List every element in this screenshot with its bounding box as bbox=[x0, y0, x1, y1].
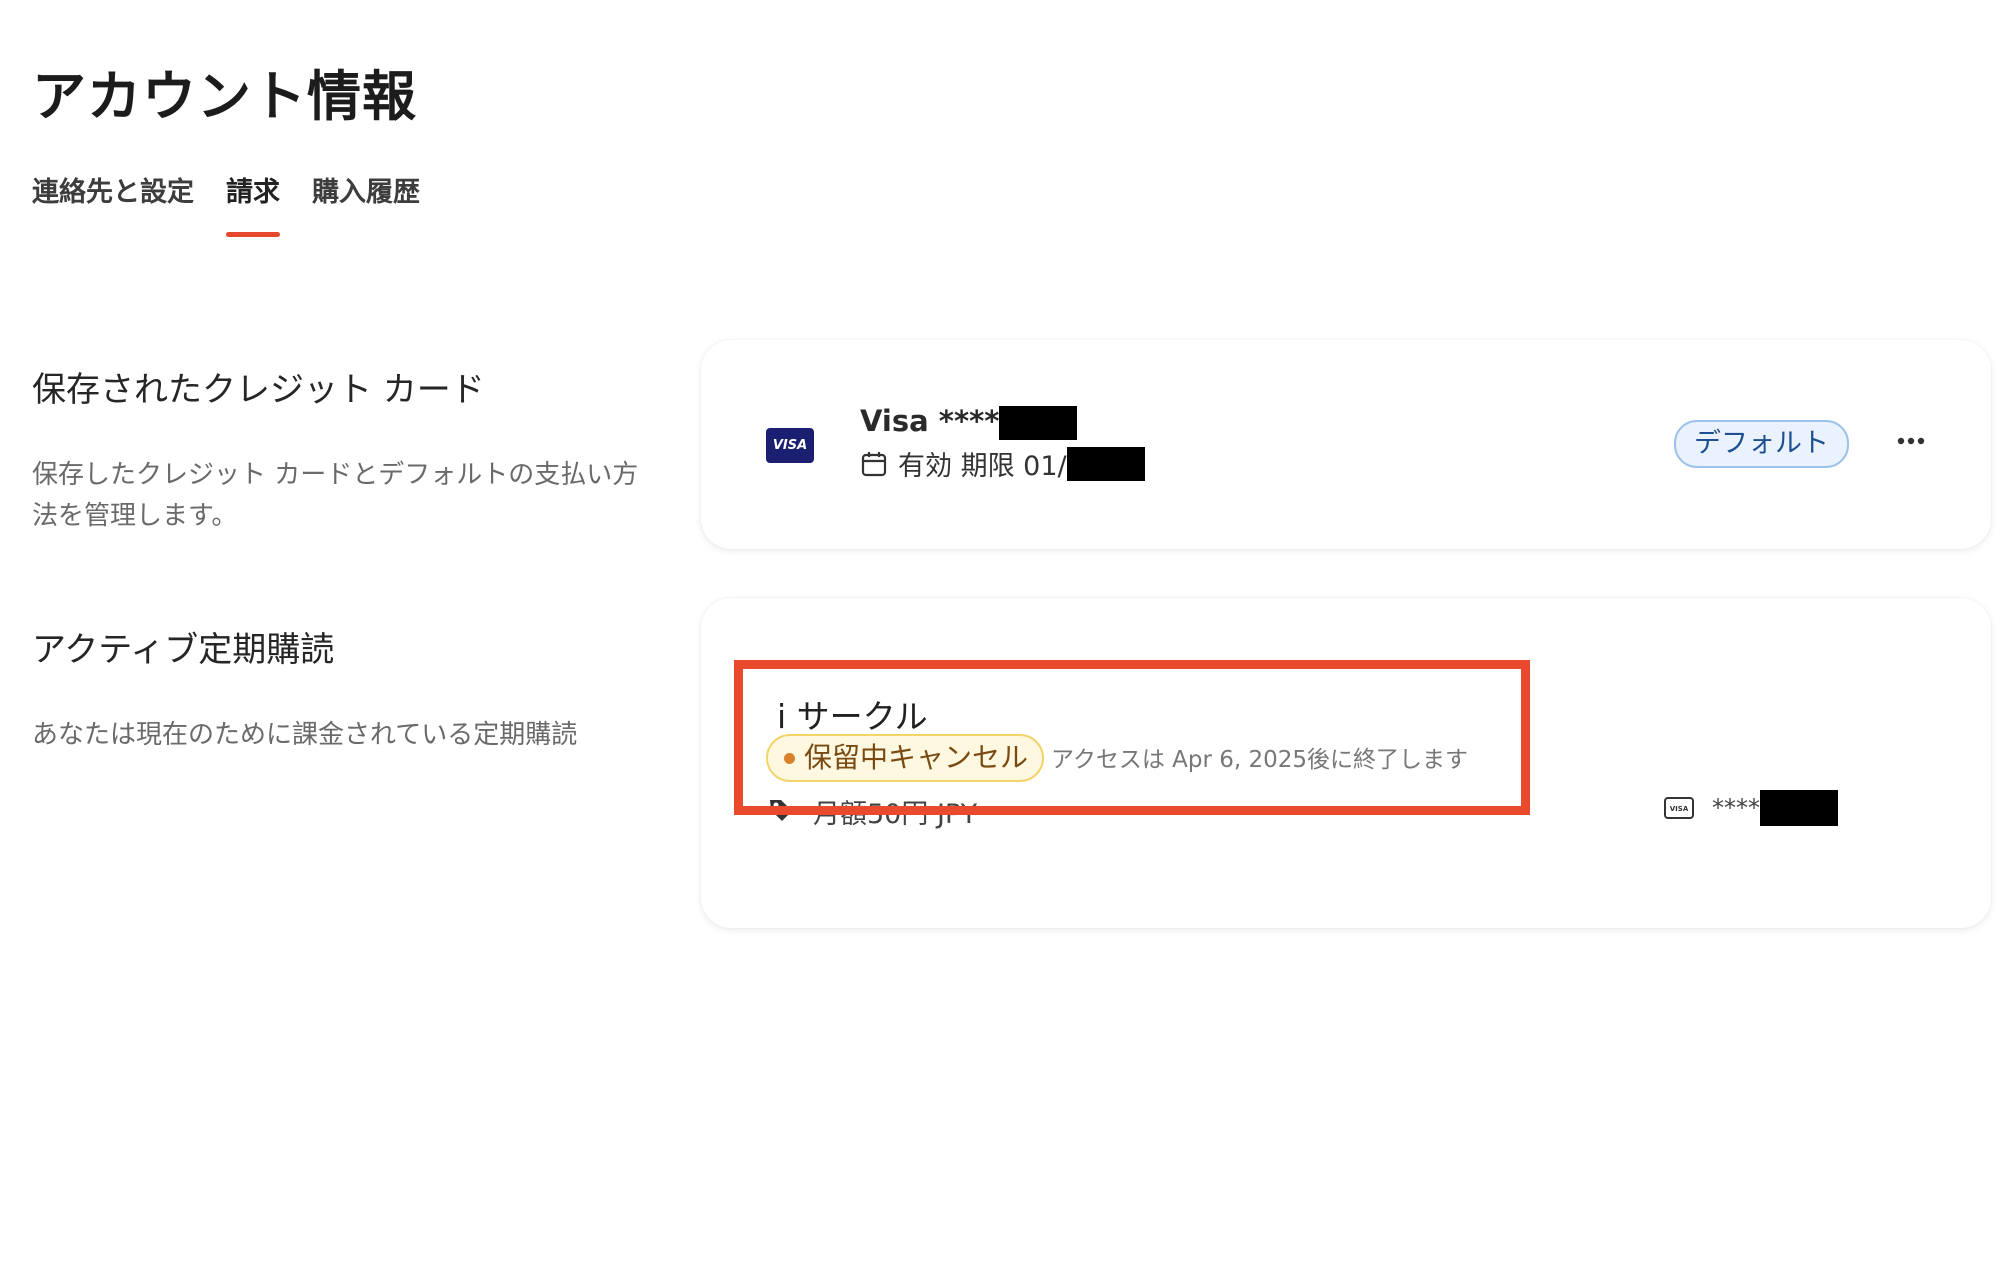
saved-cards-description: 保存したクレジット カードとデフォルトの支払い方法を管理します。 bbox=[32, 460, 639, 531]
redacted-expiry-year bbox=[1066, 446, 1145, 481]
redacted-subscription-card bbox=[1760, 790, 1838, 826]
price-tag-icon bbox=[770, 800, 792, 821]
card-name-text: Visa **** bbox=[860, 404, 1000, 438]
subscriptions-title: アクティブ定期購読 bbox=[32, 630, 335, 670]
visa-logo-icon: VISA bbox=[766, 428, 814, 463]
tab-contact-settings[interactable]: 連絡先と設定 bbox=[32, 170, 194, 237]
redacted-card-number bbox=[999, 406, 1078, 440]
subscription-panel: i サークル 保留中キャンセル アクセスは Apr 6, 2025後に終了します… bbox=[701, 598, 1991, 928]
card-expiry: 有効 期限 01/ bbox=[860, 444, 1145, 483]
default-badge: デフォルト bbox=[1674, 420, 1849, 468]
expiry-text: 有効 期限 01/ bbox=[898, 451, 1067, 482]
status-dot-icon bbox=[784, 752, 795, 764]
card-digits-text: **** bbox=[1712, 794, 1760, 822]
mini-card-logo-text: VISA bbox=[1670, 805, 1689, 813]
card-name: Visa **** bbox=[860, 404, 1078, 440]
visa-card-icon: VISA bbox=[1664, 797, 1694, 819]
status-text: 保留中キャンセル bbox=[804, 741, 1029, 774]
calendar-icon bbox=[861, 451, 887, 476]
page-title: アカウント情報 bbox=[32, 65, 417, 128]
subscriptions-description: あなたは現在のために課金されている定期購読 bbox=[32, 720, 578, 750]
subscription-name: i サークル bbox=[777, 697, 928, 736]
saved-card-panel: VISA Visa **** 有効 期限 01/ デフォルト bbox=[701, 340, 1991, 549]
access-end-note: アクセスは Apr 6, 2025後に終了します bbox=[1051, 747, 1469, 773]
tab-bar: 連絡先と設定 請求 購入履歴 bbox=[32, 170, 452, 237]
saved-cards-title: 保存されたクレジット カード bbox=[32, 370, 485, 410]
subscription-card-digits: **** bbox=[1712, 790, 1838, 826]
tab-purchase-history[interactable]: 購入履歴 bbox=[312, 170, 420, 237]
more-horizontal-icon[interactable] bbox=[1896, 436, 1926, 446]
tab-billing[interactable]: 請求 bbox=[226, 170, 280, 237]
subscription-price: 月額50円 JPY bbox=[813, 799, 978, 830]
status-badge: 保留中キャンセル bbox=[766, 734, 1045, 782]
